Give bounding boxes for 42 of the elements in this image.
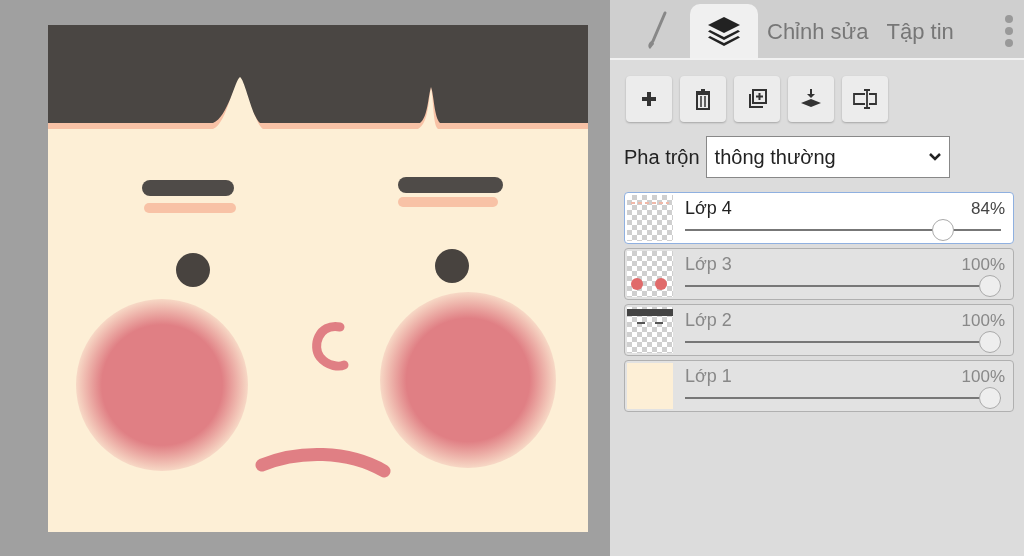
opacity-slider[interactable] bbox=[685, 387, 1001, 409]
panel-tab[interactable] bbox=[690, 4, 758, 58]
layers-icon bbox=[706, 15, 742, 47]
plus-icon bbox=[640, 90, 658, 108]
layer-tool-button[interactable] bbox=[680, 76, 726, 122]
layer-tool-button[interactable] bbox=[842, 76, 888, 122]
layer-tool-button[interactable] bbox=[734, 76, 780, 122]
chevron-down-icon bbox=[928, 153, 941, 161]
layer-name: Lớp 3 bbox=[685, 253, 732, 276]
opacity-value: 100% bbox=[961, 366, 1005, 388]
layer-thumbnail bbox=[627, 251, 673, 297]
blend-label: Pha trộn bbox=[624, 145, 700, 170]
layer-thumbnail bbox=[627, 363, 673, 409]
trash-icon bbox=[694, 88, 712, 110]
menu-tab[interactable]: Tập tin bbox=[877, 4, 963, 58]
opacity-slider[interactable] bbox=[685, 275, 1001, 297]
blend-mode-dropdown[interactable]: thông thường bbox=[705, 136, 950, 178]
layer-tool-button[interactable] bbox=[626, 76, 672, 122]
layer-thumbnail bbox=[627, 195, 673, 241]
opacity-value: 84% bbox=[970, 198, 1005, 220]
layer-name: Lớp 4 bbox=[685, 197, 732, 220]
opacity-value: 100% bbox=[961, 310, 1005, 332]
slider-thumb[interactable] bbox=[979, 331, 1001, 353]
layer-row[interactable]: Lớp 3 100% bbox=[624, 248, 1014, 300]
opacity-slider[interactable] bbox=[685, 331, 1001, 353]
slider-thumb[interactable] bbox=[979, 275, 1001, 297]
layer-name: Lớp 2 bbox=[685, 309, 732, 332]
duplicate-icon bbox=[746, 88, 768, 110]
slider-thumb[interactable] bbox=[979, 387, 1001, 409]
merge-down-icon bbox=[799, 88, 823, 110]
layer-row[interactable]: Lớp 1 100% bbox=[624, 360, 1014, 412]
menu-tab[interactable]: Chỉnh sửa bbox=[758, 4, 878, 58]
brush-icon bbox=[645, 11, 667, 51]
layer-row[interactable]: Lớp 2 100% bbox=[624, 304, 1014, 356]
layer-name: Lớp 1 bbox=[685, 365, 732, 388]
layer-row[interactable]: Lớp 4 84% bbox=[624, 192, 1014, 244]
opacity-slider[interactable] bbox=[685, 219, 1001, 241]
layer-thumbnail bbox=[627, 307, 673, 353]
slider-thumb[interactable] bbox=[931, 219, 954, 241]
rename-icon bbox=[852, 88, 878, 110]
opacity-value: 100% bbox=[961, 254, 1005, 276]
layer-tool-button[interactable] bbox=[788, 76, 834, 122]
